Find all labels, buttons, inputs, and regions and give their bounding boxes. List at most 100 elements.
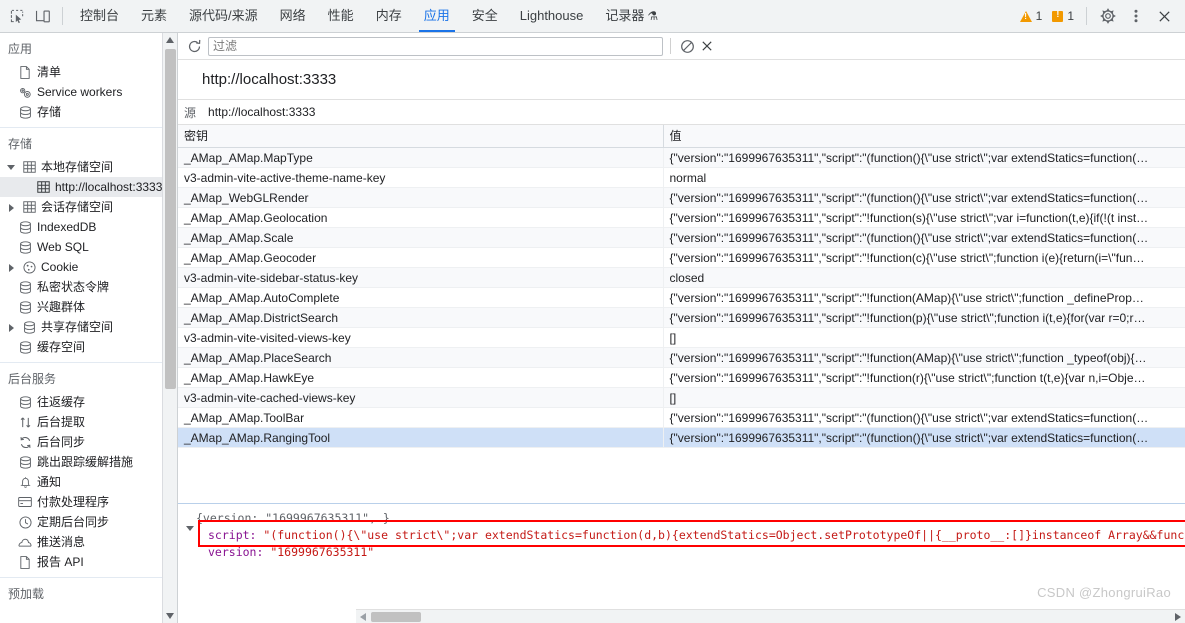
cell-key[interactable]: v3-admin-vite-visited-views-key bbox=[178, 327, 664, 348]
horizontal-scrollbar[interactable] bbox=[356, 609, 1185, 623]
refresh-icon[interactable] bbox=[182, 35, 206, 57]
sidebar-item-background-fetch[interactable]: 后台提取 bbox=[0, 412, 177, 432]
table-row[interactable]: _AMap_AMap.Geolocation {"version":"169996… bbox=[178, 207, 1185, 228]
sidebar-item-private-state-tokens[interactable]: 私密状态令牌 bbox=[0, 277, 177, 297]
cell-value[interactable]: normal bbox=[663, 167, 1185, 188]
filter-input[interactable] bbox=[208, 36, 663, 56]
sidebar-item-bounce-tracking-mitigations[interactable]: 跳出跟踪缓解措施 bbox=[0, 452, 177, 472]
cell-key[interactable]: v3-admin-vite-active-theme-name-key bbox=[178, 167, 664, 188]
sidebar-item-back-forward-cache[interactable]: 往返缓存 bbox=[0, 392, 177, 412]
cell-value[interactable]: {"version":"1699967635311","script":"(fu… bbox=[663, 147, 1185, 168]
cell-value[interactable]: {"version":"1699967635311","script":"!fu… bbox=[663, 347, 1185, 368]
preview-root-line[interactable]: {version: "1699967635311",…} bbox=[186, 510, 1185, 531]
cell-key[interactable]: _AMap_AMap.ToolBar bbox=[178, 407, 664, 428]
cell-key[interactable]: _AMap_AMap.Geocoder bbox=[178, 247, 664, 268]
sidebar-item-session-storage[interactable]: 会话存储空间 bbox=[0, 197, 177, 217]
scroll-left-icon[interactable] bbox=[356, 610, 370, 623]
tab-elements[interactable]: 元素 bbox=[130, 0, 178, 32]
sidebar-item-manifest[interactable]: 清单 bbox=[0, 62, 177, 82]
cell-value[interactable]: [] bbox=[663, 387, 1185, 408]
cell-value[interactable]: closed bbox=[663, 267, 1185, 288]
tab-application[interactable]: 应用 bbox=[413, 0, 461, 32]
sidebar-item-notifications[interactable]: 通知 bbox=[0, 472, 177, 492]
table-row[interactable]: _AMap_AMap.MapType {"version":"1699967635… bbox=[178, 147, 1185, 168]
tab-performance[interactable]: 性能 bbox=[317, 0, 365, 32]
table-row[interactable]: _AMap_WebGLRender {"version":"16999676353… bbox=[178, 187, 1185, 208]
table-row[interactable]: _AMap_AMap.AutoComplete {"version":"16999… bbox=[178, 287, 1185, 308]
tab-recorder[interactable]: 记录器 ⚗ bbox=[594, 0, 669, 32]
cell-key[interactable]: _AMap_AMap.Scale bbox=[178, 227, 664, 248]
sidebar-item-localhost-origin[interactable]: http://localhost:3333 bbox=[0, 177, 177, 197]
sidebar-item-payment-handler[interactable]: 付款处理程序 bbox=[0, 492, 177, 512]
cell-value[interactable]: {"version":"1699967635311","script":"!fu… bbox=[663, 367, 1185, 388]
chevron-right-icon[interactable] bbox=[7, 323, 16, 332]
sidebar-item-cookie[interactable]: Cookie bbox=[0, 257, 177, 277]
cell-value[interactable]: {"version":"1699967635311","script":"!fu… bbox=[663, 307, 1185, 328]
sidebar-item-service-workers[interactable]: Service workers bbox=[0, 82, 177, 102]
cell-key[interactable]: _AMap_WebGLRender bbox=[178, 187, 664, 208]
sidebar-item-interest-groups[interactable]: 兴趣群体 bbox=[0, 297, 177, 317]
no-entry-icon[interactable] bbox=[677, 36, 697, 56]
tab-lighthouse[interactable]: Lighthouse bbox=[509, 0, 595, 32]
cell-value[interactable]: {"version":"1699967635311","script":"(fu… bbox=[663, 227, 1185, 248]
scroll-right-icon[interactable] bbox=[1171, 610, 1185, 623]
table-row[interactable]: _AMap_AMap.Geocoder {"version":"169996763… bbox=[178, 247, 1185, 268]
tab-sources[interactable]: 源代码/来源 bbox=[178, 0, 269, 32]
table-row[interactable]: v3-admin-vite-visited-views-key[] bbox=[178, 327, 1185, 348]
table-row[interactable]: v3-admin-vite-active-theme-name-key norma… bbox=[178, 167, 1185, 188]
sidebar-item-indexeddb[interactable]: IndexedDB bbox=[0, 217, 177, 237]
cell-value[interactable]: {"version":"1699967635311","script":"!fu… bbox=[663, 287, 1185, 308]
sidebar-item-shared-storage[interactable]: 共享存储空间 bbox=[0, 317, 177, 337]
error-count-badge[interactable]: 1 bbox=[1048, 9, 1078, 23]
scroll-down-icon[interactable] bbox=[163, 609, 177, 623]
delete-selected-icon[interactable] bbox=[697, 36, 717, 56]
warning-count-badge[interactable]: 1 bbox=[1016, 9, 1047, 23]
sidebar-item-local-storage[interactable]: 本地存储空间 bbox=[0, 157, 177, 177]
gear-icon[interactable] bbox=[1095, 3, 1121, 29]
cell-value[interactable]: {"version":"1699967635311","script":"(fu… bbox=[663, 407, 1185, 428]
sidebar-scrollbar[interactable] bbox=[162, 33, 177, 623]
close-icon[interactable] bbox=[1151, 3, 1177, 29]
cell-key[interactable]: v3-admin-vite-cached-views-key bbox=[178, 387, 664, 408]
tab-memory[interactable]: 内存 bbox=[365, 0, 413, 32]
sidebar-scroll-thumb[interactable] bbox=[165, 49, 176, 389]
sidebar-item-storage[interactable]: 存储 bbox=[0, 102, 177, 122]
cell-value[interactable]: [] bbox=[663, 327, 1185, 348]
horizontal-scroll-thumb[interactable] bbox=[371, 611, 421, 622]
cell-value[interactable]: {"version":"1699967635311","script":"(fu… bbox=[663, 427, 1185, 448]
sidebar-item-cache-storage[interactable]: 缓存空间 bbox=[0, 337, 177, 357]
sidebar-item-periodic-background-sync[interactable]: 定期后台同步 bbox=[0, 512, 177, 532]
tab-network[interactable]: 网络 bbox=[269, 0, 317, 32]
cell-key[interactable]: _AMap_AMap.AutoComplete bbox=[178, 287, 664, 308]
sidebar-item-background-sync[interactable]: 后台同步 bbox=[0, 432, 177, 452]
chevron-down-icon[interactable] bbox=[7, 163, 16, 172]
cell-key[interactable]: _AMap_AMap.MapType bbox=[178, 147, 664, 168]
table-row[interactable]: _AMap_AMap.HawkEye {"version":"1699967635… bbox=[178, 367, 1185, 388]
table-row[interactable]: _AMap_AMap.PlaceSearch {"version":"169996… bbox=[178, 347, 1185, 368]
table-row[interactable]: _AMap_AMap.RangingTool {"version":"169996… bbox=[178, 427, 1185, 448]
tab-security[interactable]: 安全 bbox=[461, 0, 509, 32]
table-row[interactable]: v3-admin-vite-sidebar-status-key closed bbox=[178, 267, 1185, 288]
device-toolbar-icon[interactable] bbox=[30, 3, 56, 29]
table-row[interactable]: _AMap_AMap.Scale {"version":"169996763531… bbox=[178, 227, 1185, 248]
table-row[interactable]: _AMap_AMap.DistrictSearch {"version":"169… bbox=[178, 307, 1185, 328]
chevron-right-icon[interactable] bbox=[7, 203, 16, 212]
cell-value[interactable]: {"version":"1699967635311","script":"!fu… bbox=[663, 247, 1185, 268]
table-row[interactable]: _AMap_AMap.ToolBar {"version":"1699967635… bbox=[178, 407, 1185, 428]
tab-console[interactable]: 控制台 bbox=[69, 0, 130, 32]
inspect-element-icon[interactable] bbox=[4, 3, 30, 29]
cell-key[interactable]: _AMap_AMap.DistrictSearch bbox=[178, 307, 664, 328]
cell-key[interactable]: _AMap_AMap.HawkEye bbox=[178, 367, 664, 388]
more-vertical-icon[interactable] bbox=[1123, 3, 1149, 29]
cell-key[interactable]: _AMap_AMap.RangingTool bbox=[178, 427, 664, 448]
column-header-key[interactable]: 密钥 bbox=[178, 125, 664, 148]
scroll-up-icon[interactable] bbox=[163, 33, 177, 47]
cell-key[interactable]: _AMap_AMap.Geolocation bbox=[178, 207, 664, 228]
chevron-right-icon[interactable] bbox=[7, 263, 16, 272]
sidebar-item-push-messaging[interactable]: 推送消息 bbox=[0, 532, 177, 552]
cell-value[interactable]: {"version":"1699967635311","script":"(fu… bbox=[663, 187, 1185, 208]
column-header-value[interactable]: 值 bbox=[663, 125, 1185, 148]
cell-key[interactable]: _AMap_AMap.PlaceSearch bbox=[178, 347, 664, 368]
table-row[interactable]: v3-admin-vite-cached-views-key[] bbox=[178, 387, 1185, 408]
sidebar-item-reporting-api[interactable]: 报告 API bbox=[0, 552, 177, 572]
